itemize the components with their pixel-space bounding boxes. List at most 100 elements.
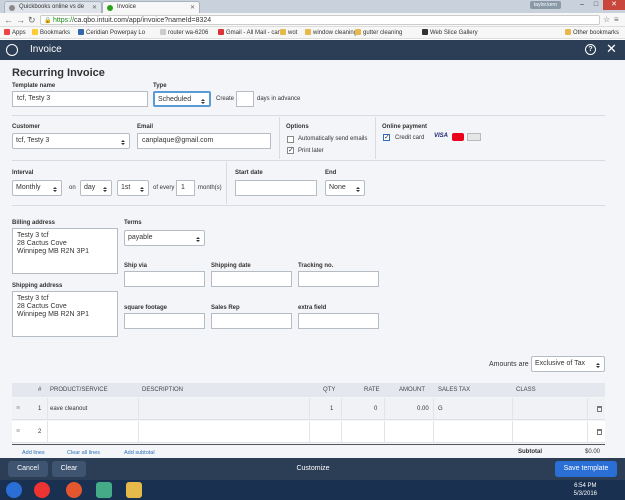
browser-tab-invoice[interactable]: Invoice ✕ xyxy=(102,1,200,13)
start-date-input[interactable] xyxy=(235,180,317,196)
tab-close-icon[interactable]: ✕ xyxy=(190,4,195,11)
trash-icon[interactable] xyxy=(597,406,602,412)
add-subtotal-button[interactable]: Add subtotal xyxy=(124,450,155,456)
subtotal-value: $0.00 xyxy=(585,449,601,455)
days-in-advance-label: days in advance xyxy=(257,96,301,102)
page-icon xyxy=(78,29,84,35)
bookmark-apps[interactable]: Apps xyxy=(4,29,26,37)
extra-field-label: extra field xyxy=(298,305,327,311)
print-later-checkbox[interactable]: ✓ xyxy=(287,147,294,154)
system-clock[interactable]: 6:54 PM 5/3/2016 xyxy=(574,482,597,498)
close-icon[interactable]: ✕ xyxy=(606,42,617,56)
bookmark-gutter-cleaning[interactable]: gutter cleaning xyxy=(355,29,402,37)
create-days-input[interactable] xyxy=(236,91,254,107)
day-number-select[interactable]: 1st xyxy=(117,180,149,196)
clear-all-lines-button[interactable]: Clear all lines xyxy=(67,450,100,456)
folder-icon xyxy=(305,29,311,35)
help-icon[interactable]: ? xyxy=(585,44,596,55)
amex-icon xyxy=(467,133,481,141)
square-footage-label: square footage xyxy=(124,305,168,311)
customize-button[interactable]: Customize xyxy=(285,461,341,477)
square-footage-input[interactable] xyxy=(124,313,205,329)
rate-cell[interactable]: 0 xyxy=(374,398,377,420)
url-input[interactable]: 🔒 https://ca.qbo.intuit.com/app/invoice?… xyxy=(40,15,600,25)
auto-send-checkbox[interactable] xyxy=(287,136,294,143)
maximize-icon[interactable]: □ xyxy=(589,0,603,10)
credit-card-checkbox[interactable]: ✓ xyxy=(383,134,390,141)
form-heading: Recurring Invoice xyxy=(12,67,105,79)
billing-address-textarea[interactable]: Testy 3 tcf 28 Cactus Cove Winnipeg MB R2N… xyxy=(12,228,118,274)
col-header-rate: RATE xyxy=(364,383,380,397)
type-label: Type xyxy=(153,83,167,89)
product-cell[interactable]: eave cleanout xyxy=(50,398,87,420)
template-name-input[interactable]: tcf, Testy 3 xyxy=(12,91,148,107)
forward-arrow-icon[interactable]: → xyxy=(16,15,25,25)
lock-icon: 🔒 xyxy=(44,18,52,24)
page-title: Invoice xyxy=(30,44,62,55)
file-explorer-icon[interactable] xyxy=(126,482,142,498)
billing-address-label: Billing address xyxy=(12,220,56,226)
bookmark-star-icon[interactable]: ☆ xyxy=(603,15,610,25)
start-icon[interactable] xyxy=(6,482,22,498)
bookmark-gmail[interactable]: Gmail - All Mail - can xyxy=(218,29,281,37)
terms-select[interactable]: payable xyxy=(124,230,205,246)
tax-cell[interactable]: G xyxy=(438,398,443,420)
back-arrow-icon[interactable]: ← xyxy=(4,15,13,25)
profile-chip[interactable]: taylor.kern xyxy=(529,1,561,9)
months-input[interactable]: 1 xyxy=(176,180,195,196)
recent-history-icon[interactable] xyxy=(6,44,18,56)
tab-close-icon[interactable]: ✕ xyxy=(92,4,97,11)
shipping-address-textarea[interactable]: Testy 3 tcf 28 Cactus Cove Winnipeg MB R2N… xyxy=(12,291,118,337)
table-bottom-rule xyxy=(12,444,605,445)
customer-select[interactable]: tcf, Testy 3 xyxy=(12,133,130,149)
trash-icon[interactable] xyxy=(597,429,602,435)
save-template-button[interactable]: Save template xyxy=(555,461,617,477)
extra-field-input[interactable] xyxy=(298,313,379,329)
url-scheme: https:// xyxy=(53,17,75,24)
sales-rep-input[interactable] xyxy=(211,313,292,329)
print-later-label: Print later xyxy=(298,148,324,154)
amount-cell[interactable]: 0.00 xyxy=(417,398,429,420)
ship-via-input[interactable] xyxy=(124,271,205,287)
divider xyxy=(279,117,280,159)
drag-handle-icon[interactable]: ≡ xyxy=(16,421,20,443)
col-header-class: CLASS xyxy=(516,383,536,397)
ship-via-label: Ship via xyxy=(124,263,148,269)
bookmark-ceridian[interactable]: Ceridian Powerpay Lo xyxy=(78,29,145,37)
address-bar-row: ← → ↻ 🔒 https://ca.qbo.intuit.com/app/in… xyxy=(0,13,625,27)
day-select[interactable]: day xyxy=(80,180,112,196)
clear-button[interactable]: Clear xyxy=(52,461,86,477)
table-row[interactable]: ≡ 2 xyxy=(12,421,605,443)
bookmark-bookmarks[interactable]: Bookmarks xyxy=(32,29,70,37)
shipping-date-input[interactable] xyxy=(211,271,292,287)
media-player-icon[interactable] xyxy=(66,482,82,498)
tracking-no-label: Tracking no. xyxy=(298,263,334,269)
type-select[interactable]: Scheduled xyxy=(153,91,211,107)
tracking-no-input[interactable] xyxy=(298,271,379,287)
bookmark-router[interactable]: router wa-6206 xyxy=(160,29,208,37)
table-row[interactable]: ≡ 1 eave cleanout 1 0 0.00 G xyxy=(12,398,605,420)
chrome-app-icon[interactable] xyxy=(96,482,112,498)
reload-icon[interactable]: ↻ xyxy=(28,15,36,25)
cancel-button[interactable]: Cancel xyxy=(8,461,48,477)
end-select[interactable]: None xyxy=(325,180,365,196)
amounts-are-select[interactable]: Exclusive of Tax xyxy=(531,356,605,372)
amounts-are-label: Amounts are xyxy=(489,361,529,368)
bookmark-other[interactable]: Other bookmarks xyxy=(565,29,619,37)
add-lines-button[interactable]: Add lines xyxy=(22,450,45,456)
chrome-icon[interactable] xyxy=(34,482,50,498)
qty-cell[interactable]: 1 xyxy=(330,398,333,420)
bookmark-window-cleaning[interactable]: window cleaning xyxy=(305,29,357,37)
app-header: Invoice ? ✕ xyxy=(0,40,625,60)
page-icon xyxy=(160,29,166,35)
window-close-icon[interactable]: ✕ xyxy=(603,0,625,10)
create-label: Create xyxy=(216,96,235,102)
drag-handle-icon[interactable]: ≡ xyxy=(16,398,20,420)
bookmark-wot[interactable]: wot xyxy=(280,29,297,37)
email-input[interactable]: canplaque@gmail.com xyxy=(137,133,271,149)
interval-select[interactable]: Monthly xyxy=(12,180,62,196)
menu-icon[interactable]: ≡ xyxy=(614,15,619,25)
bookmark-web-slice[interactable]: Web Slice Gallery xyxy=(422,29,478,37)
minimize-icon[interactable]: – xyxy=(575,0,589,10)
browser-tab-quickbooks[interactable]: Quickbooks online vs de ✕ xyxy=(4,1,102,13)
